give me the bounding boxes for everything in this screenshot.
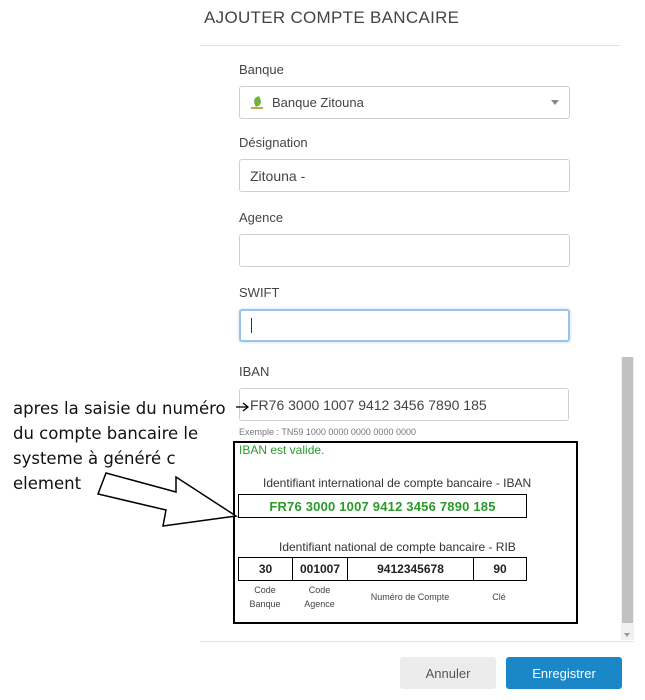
rib-cle: 90 (493, 562, 507, 576)
annotation-line-4: element (13, 474, 82, 493)
rib-national-heading: Identifiant national de compte bancaire … (279, 540, 516, 554)
swift-label: SWIFT (239, 285, 280, 300)
rib-caption-code-agence: Code Agence (304, 585, 335, 609)
zitouna-leaf-icon (250, 95, 264, 110)
iban-generated-value: FR76 3000 1007 9412 3456 7890 185 (238, 494, 527, 518)
annotation-line-2: du compte bancaire le (13, 424, 199, 443)
dialog-scrollbar[interactable] (621, 357, 634, 640)
dialog-title: AJOUTER COMPTE BANCAIRE (204, 8, 460, 27)
text-cursor (251, 318, 252, 333)
agence-input[interactable] (239, 234, 570, 267)
banque-label: Banque (239, 62, 284, 77)
rib-code-agence: 001007 (293, 558, 348, 580)
annotation-line-3: systeme à généré c (13, 449, 176, 468)
rib-caption-numero-compte: Numéro de Compte (370, 592, 450, 602)
agence-label: Agence (239, 210, 284, 225)
iban-label: IBAN (239, 364, 270, 379)
iban-hint: Exemple : TN59 1000 0000 0000 0000 0000 (239, 427, 416, 437)
scrollbar-thumb[interactable] (622, 357, 633, 623)
annotation-note: apres la saisie du numéro du compte banc… (13, 396, 226, 496)
rib-caption-cle: Clé (492, 592, 506, 602)
rib-numero-compte: 9412345678 (348, 558, 474, 580)
banque-select-value: Banque Zitouna (272, 95, 364, 110)
designation-input[interactable]: Zitouna - (239, 159, 570, 192)
save-button[interactable]: Enregistrer (506, 657, 622, 689)
iban-international-heading: Identifiant international de compte banc… (263, 476, 532, 490)
designation-input-value: Zitouna - (250, 167, 306, 184)
iban-input-value: FR76 3000 1007 9412 3456 7890 185 (250, 396, 487, 413)
rib-table: 30 001007 9412345678 90 (238, 557, 527, 581)
chevron-down-icon[interactable] (551, 100, 559, 105)
footer-divider (200, 641, 634, 642)
annotation-line-1: apres la saisie du numéro (13, 399, 226, 418)
rib-caption-code-banque: Code Banque (249, 585, 281, 609)
swift-input[interactable] (239, 309, 570, 342)
cancel-button[interactable]: Annuler (400, 657, 496, 689)
title-divider (200, 45, 620, 46)
banque-select[interactable]: Banque Zitouna (239, 86, 570, 119)
scroll-down-arrow-icon[interactable] (624, 633, 630, 637)
rib-code-banque: 30 (239, 558, 293, 580)
designation-label: Désignation (239, 135, 308, 150)
iban-input[interactable]: FR76 3000 1007 9412 3456 7890 185 (239, 388, 569, 421)
